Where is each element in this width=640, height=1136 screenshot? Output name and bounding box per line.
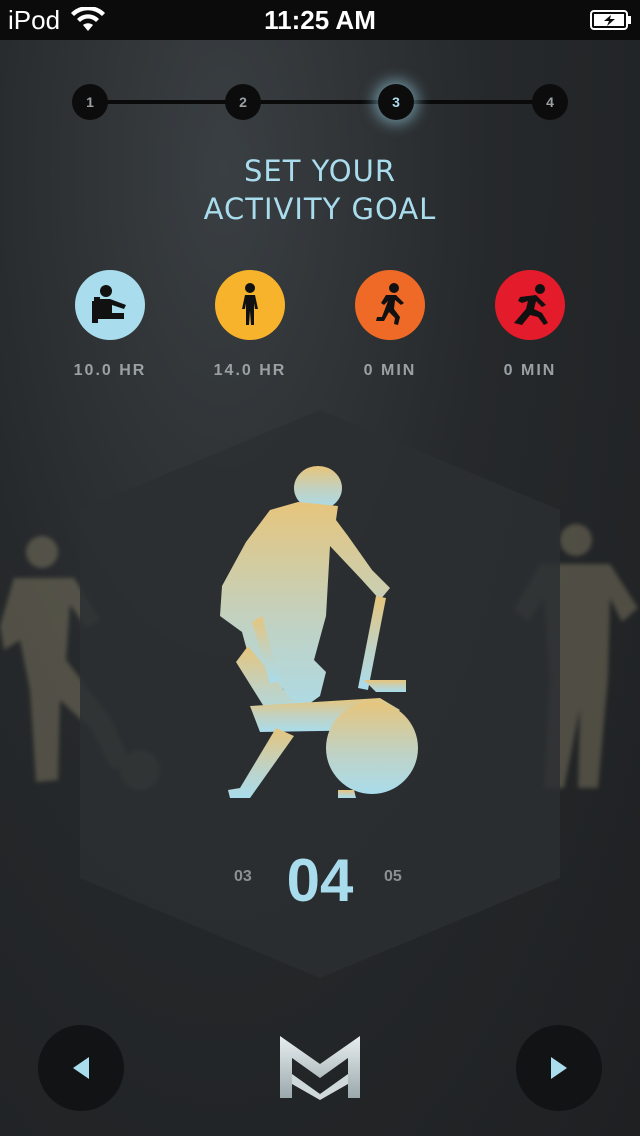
step-1[interactable]: 1 xyxy=(72,84,108,120)
status-bar: iPod 11:25 AM xyxy=(0,0,640,40)
title-line-1: SET YOUR xyxy=(244,154,396,188)
back-button[interactable] xyxy=(38,1025,124,1111)
activity-levels: 10.0 HR 14.0 HR 0 MIN 0 MIN xyxy=(40,270,600,390)
running-value: 0 MIN xyxy=(363,362,417,379)
title-line-2: ACTIVITY GOAL xyxy=(203,192,437,226)
page-title: SET YOUR ACTIVITY GOAL xyxy=(0,152,640,228)
next-value[interactable]: 05 xyxy=(384,868,402,886)
progress-stepper: 1 2 3 4 xyxy=(72,84,568,120)
status-time: 11:25 AM xyxy=(264,5,376,35)
arrow-left-icon xyxy=(73,1057,89,1079)
battery-charging-icon xyxy=(590,10,631,30)
sprinting-icon xyxy=(495,270,565,340)
step-3-active[interactable]: 3 xyxy=(378,84,414,120)
sitting-value: 10.0 HR xyxy=(73,362,147,379)
next-button[interactable] xyxy=(516,1025,602,1111)
sprinting-value: 0 MIN xyxy=(503,362,557,379)
walking-value: 14.0 HR xyxy=(213,362,287,379)
sitting-icon xyxy=(75,270,145,340)
current-value: 04 xyxy=(286,847,354,914)
walking-icon xyxy=(215,270,285,340)
misfit-logo-icon xyxy=(280,1036,360,1100)
running-icon xyxy=(355,270,425,340)
activity-level-walking[interactable]: 14.0 HR xyxy=(180,270,320,380)
activity-level-running[interactable]: 0 MIN xyxy=(320,270,460,380)
activity-level-sprinting[interactable]: 0 MIN xyxy=(460,270,600,380)
activity-level-sitting[interactable]: 10.0 HR xyxy=(40,270,180,380)
step-2[interactable]: 2 xyxy=(225,84,261,120)
step-4[interactable]: 4 xyxy=(532,84,568,120)
goal-counter: 03 04 05 xyxy=(0,846,640,916)
stepper-line xyxy=(90,100,550,104)
arrow-right-icon xyxy=(551,1057,567,1079)
